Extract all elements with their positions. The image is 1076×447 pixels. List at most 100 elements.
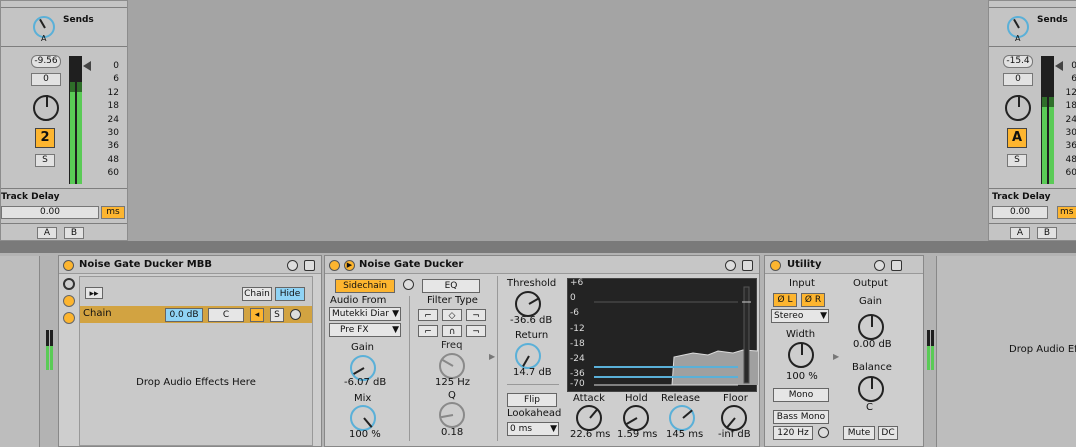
meter-scale-tick: 6: [1071, 74, 1076, 85]
device-menu-icon[interactable]: [725, 260, 736, 271]
balance-value[interactable]: C: [866, 402, 873, 413]
chain-volume[interactable]: 0.0 dB: [165, 308, 203, 322]
delay-unit-button[interactable]: ms: [101, 206, 125, 219]
speaker-icon[interactable]: ◂: [250, 308, 264, 322]
threshold-knob[interactable]: [515, 291, 541, 317]
pan-knob[interactable]: [1005, 95, 1031, 121]
save-preset-icon[interactable]: [742, 260, 753, 271]
drop-effects-text[interactable]: Drop Audio Effects Here: [80, 377, 312, 388]
balance-knob[interactable]: [858, 376, 884, 402]
envelope-graph[interactable]: +6 0 -6 -12 -18 -24 -36 -70: [567, 278, 758, 392]
mono-button[interactable]: Mono: [773, 388, 829, 402]
notch-filter-icon[interactable]: ∩: [442, 325, 462, 337]
send-a-button[interactable]: A: [37, 227, 57, 239]
track-delay-value[interactable]: 0.00: [1, 206, 99, 219]
volume-display[interactable]: -9.56: [31, 55, 61, 68]
q-knob[interactable]: [439, 402, 465, 428]
headphones-icon[interactable]: [818, 427, 829, 438]
gain-value[interactable]: 0.00 dB: [853, 339, 892, 350]
channel-mode-dropdown[interactable]: Stereo ▼: [771, 309, 829, 323]
flip-button[interactable]: Flip: [507, 393, 557, 407]
chain-list-icon[interactable]: [63, 295, 75, 307]
return-value[interactable]: 14.7 dB: [513, 367, 552, 378]
mix-value[interactable]: 100 %: [349, 429, 381, 440]
send-a-button[interactable]: A: [1010, 227, 1030, 239]
send-b-button[interactable]: B: [64, 227, 84, 239]
delay-unit-button[interactable]: ms: [1057, 206, 1076, 219]
hold-value[interactable]: 1.59 ms: [617, 429, 657, 440]
device-on-icon[interactable]: [329, 260, 340, 271]
phase-right-button[interactable]: Ø R: [801, 293, 825, 307]
mute-button[interactable]: Mute: [843, 426, 875, 440]
drop-effects-text[interactable]: Drop Audio Ef: [1009, 344, 1076, 355]
chain-menu-icon[interactable]: [290, 309, 301, 320]
track-activator[interactable]: A: [1007, 128, 1027, 148]
volume-pointer-icon[interactable]: [83, 61, 91, 71]
play-icon[interactable]: ▶: [344, 260, 355, 271]
chain-row[interactable]: Chain 0.0 dB C ◂ S: [80, 306, 312, 323]
pan-knob[interactable]: [33, 95, 59, 121]
solo-button[interactable]: S: [1007, 154, 1027, 167]
highpass-filter-icon[interactable]: ¬: [466, 309, 486, 321]
mix-knob[interactable]: [350, 405, 376, 431]
return-knob[interactable]: [515, 343, 541, 369]
meter-peak: [70, 81, 75, 92]
macro-icon[interactable]: [63, 278, 75, 290]
release-value[interactable]: 145 ms: [666, 429, 703, 440]
dc-button[interactable]: DC: [878, 426, 898, 440]
threshold-value[interactable]: -36.6 dB: [510, 315, 552, 326]
lowshelf-filter-icon[interactable]: ⌐: [418, 325, 438, 337]
drop-zone[interactable]: Drop Audio Ef: [936, 256, 1076, 447]
floor-knob[interactable]: [721, 405, 747, 431]
auto-select-icon[interactable]: ▸▸: [85, 287, 103, 299]
bass-mono-frequency[interactable]: 120 Hz: [773, 426, 813, 440]
headphones-icon[interactable]: [403, 279, 414, 290]
attack-value[interactable]: 22.6 ms: [570, 429, 610, 440]
floor-value[interactable]: -inf dB: [718, 429, 751, 440]
gain-value[interactable]: -6.07 dB: [344, 377, 386, 388]
hold-knob[interactable]: [623, 405, 649, 431]
eq-button[interactable]: EQ: [422, 279, 480, 293]
track-delay-value[interactable]: 0.00: [992, 206, 1048, 219]
gain-knob[interactable]: [858, 314, 884, 340]
solo-button[interactable]: S: [35, 154, 55, 167]
bass-mono-button[interactable]: Bass Mono: [773, 410, 829, 424]
width-knob[interactable]: [788, 342, 814, 368]
lowpass-filter-icon[interactable]: ⌐: [418, 309, 438, 321]
pan-display[interactable]: 0: [1003, 73, 1033, 86]
expand-arrow-icon[interactable]: ▶: [489, 352, 495, 361]
freq-value[interactable]: 125 Hz: [435, 377, 470, 388]
audio-from-dropdown[interactable]: Mutekki Diar ▼: [329, 307, 401, 321]
sidechain-button[interactable]: Sidechain: [335, 279, 395, 293]
pan-display[interactable]: 0: [31, 73, 61, 86]
panel-divider[interactable]: [0, 241, 1076, 253]
chain-name[interactable]: Chain: [83, 308, 112, 319]
pre-fx-dropdown[interactable]: Pre FX ▼: [329, 323, 401, 337]
width-label: Width: [786, 329, 816, 340]
utility-device: Utility Input Output Ø L Ø R Stereo ▼ Wid…: [764, 255, 924, 447]
freq-knob[interactable]: [439, 353, 465, 379]
phase-left-button[interactable]: Ø L: [773, 293, 797, 307]
attack-knob[interactable]: [576, 405, 602, 431]
q-value[interactable]: 0.18: [441, 427, 463, 438]
device-on-icon[interactable]: [770, 260, 781, 271]
highshelf-filter-icon[interactable]: ¬: [466, 325, 486, 337]
bandpass-filter-icon[interactable]: ◇: [442, 309, 462, 321]
save-preset-icon[interactable]: [891, 260, 902, 271]
lookahead-dropdown[interactable]: 0 ms ▼: [507, 422, 559, 436]
rack-menu-icon[interactable]: [287, 260, 298, 271]
release-knob[interactable]: [669, 405, 695, 431]
send-b-button[interactable]: B: [1037, 227, 1057, 239]
device-on-icon[interactable]: [63, 260, 74, 271]
devices-icon[interactable]: [63, 312, 75, 324]
chain-pan[interactable]: C: [208, 308, 244, 322]
save-preset-icon[interactable]: [304, 260, 315, 271]
expand-arrow-icon[interactable]: ▶: [833, 352, 839, 361]
device-menu-icon[interactable]: [874, 260, 885, 271]
hide-button[interactable]: Hide: [275, 287, 305, 301]
chain-solo-button[interactable]: S: [270, 308, 284, 322]
volume-display[interactable]: -15.4: [1003, 55, 1033, 68]
chain-button[interactable]: Chain: [242, 287, 272, 301]
track-activator[interactable]: 2: [35, 128, 55, 148]
width-value[interactable]: 100 %: [786, 371, 818, 382]
